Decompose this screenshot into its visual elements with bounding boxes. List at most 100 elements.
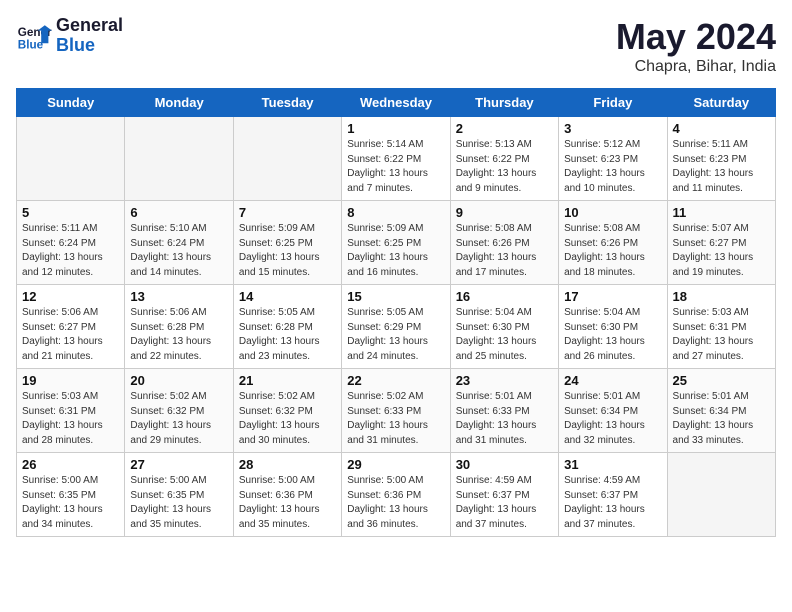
calendar-week-row: 26 Sunrise: 5:00 AMSunset: 6:35 PMDayligh… <box>17 453 776 537</box>
calendar-week-row: 19 Sunrise: 5:03 AMSunset: 6:31 PMDayligh… <box>17 369 776 453</box>
day-info: Sunrise: 5:05 AMSunset: 6:28 PMDaylight:… <box>239 306 336 364</box>
calendar-cell: 14 Sunrise: 5:05 AMSunset: 6:28 PMDayligh… <box>233 285 341 369</box>
day-header-saturday: Saturday <box>667 89 775 117</box>
logo-text-blue: Blue <box>56 36 123 56</box>
day-info: Sunrise: 5:08 AMSunset: 6:26 PMDaylight:… <box>564 222 661 280</box>
calendar-cell: 6Sunrise: 5:10 AMSunset: 6:24 PMDaylight… <box>125 201 233 285</box>
calendar-cell: 22 Sunrise: 5:02 AMSunset: 6:33 PMDayligh… <box>342 369 450 453</box>
day-number: 13 <box>130 289 227 304</box>
day-info: Sunrise: 5:09 AMSunset: 6:25 PMDaylight:… <box>239 222 336 280</box>
calendar-cell: 9 Sunrise: 5:08 AMSunset: 6:26 PMDaylight… <box>450 201 558 285</box>
calendar-cell: 27Sunrise: 5:00 AMSunset: 6:35 PMDayligh… <box>125 453 233 537</box>
day-number: 9 <box>456 205 553 220</box>
day-header-sunday: Sunday <box>17 89 125 117</box>
day-number: 6 <box>130 205 227 220</box>
day-number: 26 <box>22 457 119 472</box>
day-number: 18 <box>673 289 770 304</box>
day-number: 22 <box>347 373 444 388</box>
month-title: May 2024 <box>616 16 776 58</box>
day-number: 30 <box>456 457 553 472</box>
day-info: Sunrise: 5:00 AMSunset: 6:35 PMDaylight:… <box>22 474 119 532</box>
day-number: 17 <box>564 289 661 304</box>
day-info: Sunrise: 5:09 AMSunset: 6:25 PMDaylight:… <box>347 222 444 280</box>
calendar-cell: 2Sunrise: 5:13 AMSunset: 6:22 PMDaylight… <box>450 117 558 201</box>
calendar-cell: 10 Sunrise: 5:08 AMSunset: 6:26 PMDayligh… <box>559 201 667 285</box>
day-info: Sunrise: 5:04 AMSunset: 6:30 PMDaylight:… <box>456 306 553 364</box>
calendar-cell <box>667 453 775 537</box>
calendar-cell: 15 Sunrise: 5:05 AMSunset: 6:29 PMDayligh… <box>342 285 450 369</box>
calendar-cell: 4Sunrise: 5:11 AMSunset: 6:23 PMDaylight… <box>667 117 775 201</box>
day-info: Sunrise: 5:00 AMSunset: 6:35 PMDaylight:… <box>130 474 227 532</box>
day-info: Sunrise: 5:06 AMSunset: 6:27 PMDaylight:… <box>22 306 119 364</box>
day-number: 1 <box>347 121 444 136</box>
day-number: 23 <box>456 373 553 388</box>
day-number: 8 <box>347 205 444 220</box>
day-number: 20 <box>130 373 227 388</box>
calendar-cell: 17 Sunrise: 5:04 AMSunset: 6:30 PMDayligh… <box>559 285 667 369</box>
day-number: 5 <box>22 205 119 220</box>
day-info: Sunrise: 5:11 AMSunset: 6:24 PMDaylight:… <box>22 222 119 280</box>
day-info: Sunrise: 5:08 AMSunset: 6:26 PMDaylight:… <box>456 222 553 280</box>
day-info: Sunrise: 5:02 AMSunset: 6:33 PMDaylight:… <box>347 390 444 448</box>
day-number: 11 <box>673 205 770 220</box>
day-info: Sunrise: 5:13 AMSunset: 6:22 PMDaylight:… <box>456 138 553 196</box>
day-info: Sunrise: 5:00 AMSunset: 6:36 PMDaylight:… <box>347 474 444 532</box>
day-info: Sunrise: 5:01 AMSunset: 6:34 PMDaylight:… <box>673 390 770 448</box>
calendar-cell: 23 Sunrise: 5:01 AMSunset: 6:33 PMDayligh… <box>450 369 558 453</box>
calendar-week-row: 12 Sunrise: 5:06 AMSunset: 6:27 PMDayligh… <box>17 285 776 369</box>
day-header-monday: Monday <box>125 89 233 117</box>
calendar-cell: 25Sunrise: 5:01 AMSunset: 6:34 PMDayligh… <box>667 369 775 453</box>
calendar-cell: 20 Sunrise: 5:02 AMSunset: 6:32 PMDayligh… <box>125 369 233 453</box>
calendar-cell: 19 Sunrise: 5:03 AMSunset: 6:31 PMDayligh… <box>17 369 125 453</box>
day-header-tuesday: Tuesday <box>233 89 341 117</box>
day-info: Sunrise: 5:02 AMSunset: 6:32 PMDaylight:… <box>130 390 227 448</box>
svg-text:Blue: Blue <box>18 38 44 51</box>
calendar-cell: 8 Sunrise: 5:09 AMSunset: 6:25 PMDaylight… <box>342 201 450 285</box>
day-number: 29 <box>347 457 444 472</box>
day-number: 31 <box>564 457 661 472</box>
logo-icon: General Blue <box>16 18 52 54</box>
day-info: Sunrise: 5:05 AMSunset: 6:29 PMDaylight:… <box>347 306 444 364</box>
day-number: 4 <box>673 121 770 136</box>
day-number: 10 <box>564 205 661 220</box>
calendar-cell: 26 Sunrise: 5:00 AMSunset: 6:35 PMDayligh… <box>17 453 125 537</box>
calendar-cell: 31 Sunrise: 4:59 AMSunset: 6:37 PMDayligh… <box>559 453 667 537</box>
title-block: May 2024 Chapra, Bihar, India <box>616 16 776 76</box>
calendar-week-row: 5 Sunrise: 5:11 AMSunset: 6:24 PMDaylight… <box>17 201 776 285</box>
day-number: 15 <box>347 289 444 304</box>
calendar-cell: 11Sunrise: 5:07 AMSunset: 6:27 PMDayligh… <box>667 201 775 285</box>
calendar-cell: 28Sunrise: 5:00 AMSunset: 6:36 PMDayligh… <box>233 453 341 537</box>
calendar-cell: 30 Sunrise: 4:59 AMSunset: 6:37 PMDayligh… <box>450 453 558 537</box>
day-info: Sunrise: 5:01 AMSunset: 6:33 PMDaylight:… <box>456 390 553 448</box>
day-header-wednesday: Wednesday <box>342 89 450 117</box>
page-header: General Blue General Blue May 2024 Chapr… <box>16 16 776 76</box>
calendar-cell <box>125 117 233 201</box>
logo: General Blue General Blue <box>16 16 123 56</box>
calendar-cell <box>17 117 125 201</box>
day-info: Sunrise: 4:59 AMSunset: 6:37 PMDaylight:… <box>456 474 553 532</box>
day-number: 24 <box>564 373 661 388</box>
day-info: Sunrise: 5:02 AMSunset: 6:32 PMDaylight:… <box>239 390 336 448</box>
logo-text-general: General <box>56 16 123 36</box>
location-subtitle: Chapra, Bihar, India <box>616 58 776 76</box>
calendar-cell: 5 Sunrise: 5:11 AMSunset: 6:24 PMDaylight… <box>17 201 125 285</box>
day-number: 21 <box>239 373 336 388</box>
day-info: Sunrise: 4:59 AMSunset: 6:37 PMDaylight:… <box>564 474 661 532</box>
calendar-cell: 7 Sunrise: 5:09 AMSunset: 6:25 PMDaylight… <box>233 201 341 285</box>
day-number: 7 <box>239 205 336 220</box>
day-info: Sunrise: 5:04 AMSunset: 6:30 PMDaylight:… <box>564 306 661 364</box>
calendar-cell: 21 Sunrise: 5:02 AMSunset: 6:32 PMDayligh… <box>233 369 341 453</box>
day-info: Sunrise: 5:12 AMSunset: 6:23 PMDaylight:… <box>564 138 661 196</box>
calendar-cell: 1 Sunrise: 5:14 AMSunset: 6:22 PMDaylight… <box>342 117 450 201</box>
calendar-cell: 29 Sunrise: 5:00 AMSunset: 6:36 PMDayligh… <box>342 453 450 537</box>
calendar-cell: 13Sunrise: 5:06 AMSunset: 6:28 PMDayligh… <box>125 285 233 369</box>
day-info: Sunrise: 5:14 AMSunset: 6:22 PMDaylight:… <box>347 138 444 196</box>
day-info: Sunrise: 5:03 AMSunset: 6:31 PMDaylight:… <box>673 306 770 364</box>
day-info: Sunrise: 5:03 AMSunset: 6:31 PMDaylight:… <box>22 390 119 448</box>
day-number: 12 <box>22 289 119 304</box>
calendar-cell: 18 Sunrise: 5:03 AMSunset: 6:31 PMDayligh… <box>667 285 775 369</box>
calendar-cell: 24Sunrise: 5:01 AMSunset: 6:34 PMDayligh… <box>559 369 667 453</box>
day-number: 19 <box>22 373 119 388</box>
day-number: 14 <box>239 289 336 304</box>
calendar-table: SundayMondayTuesdayWednesdayThursdayFrid… <box>16 88 776 537</box>
